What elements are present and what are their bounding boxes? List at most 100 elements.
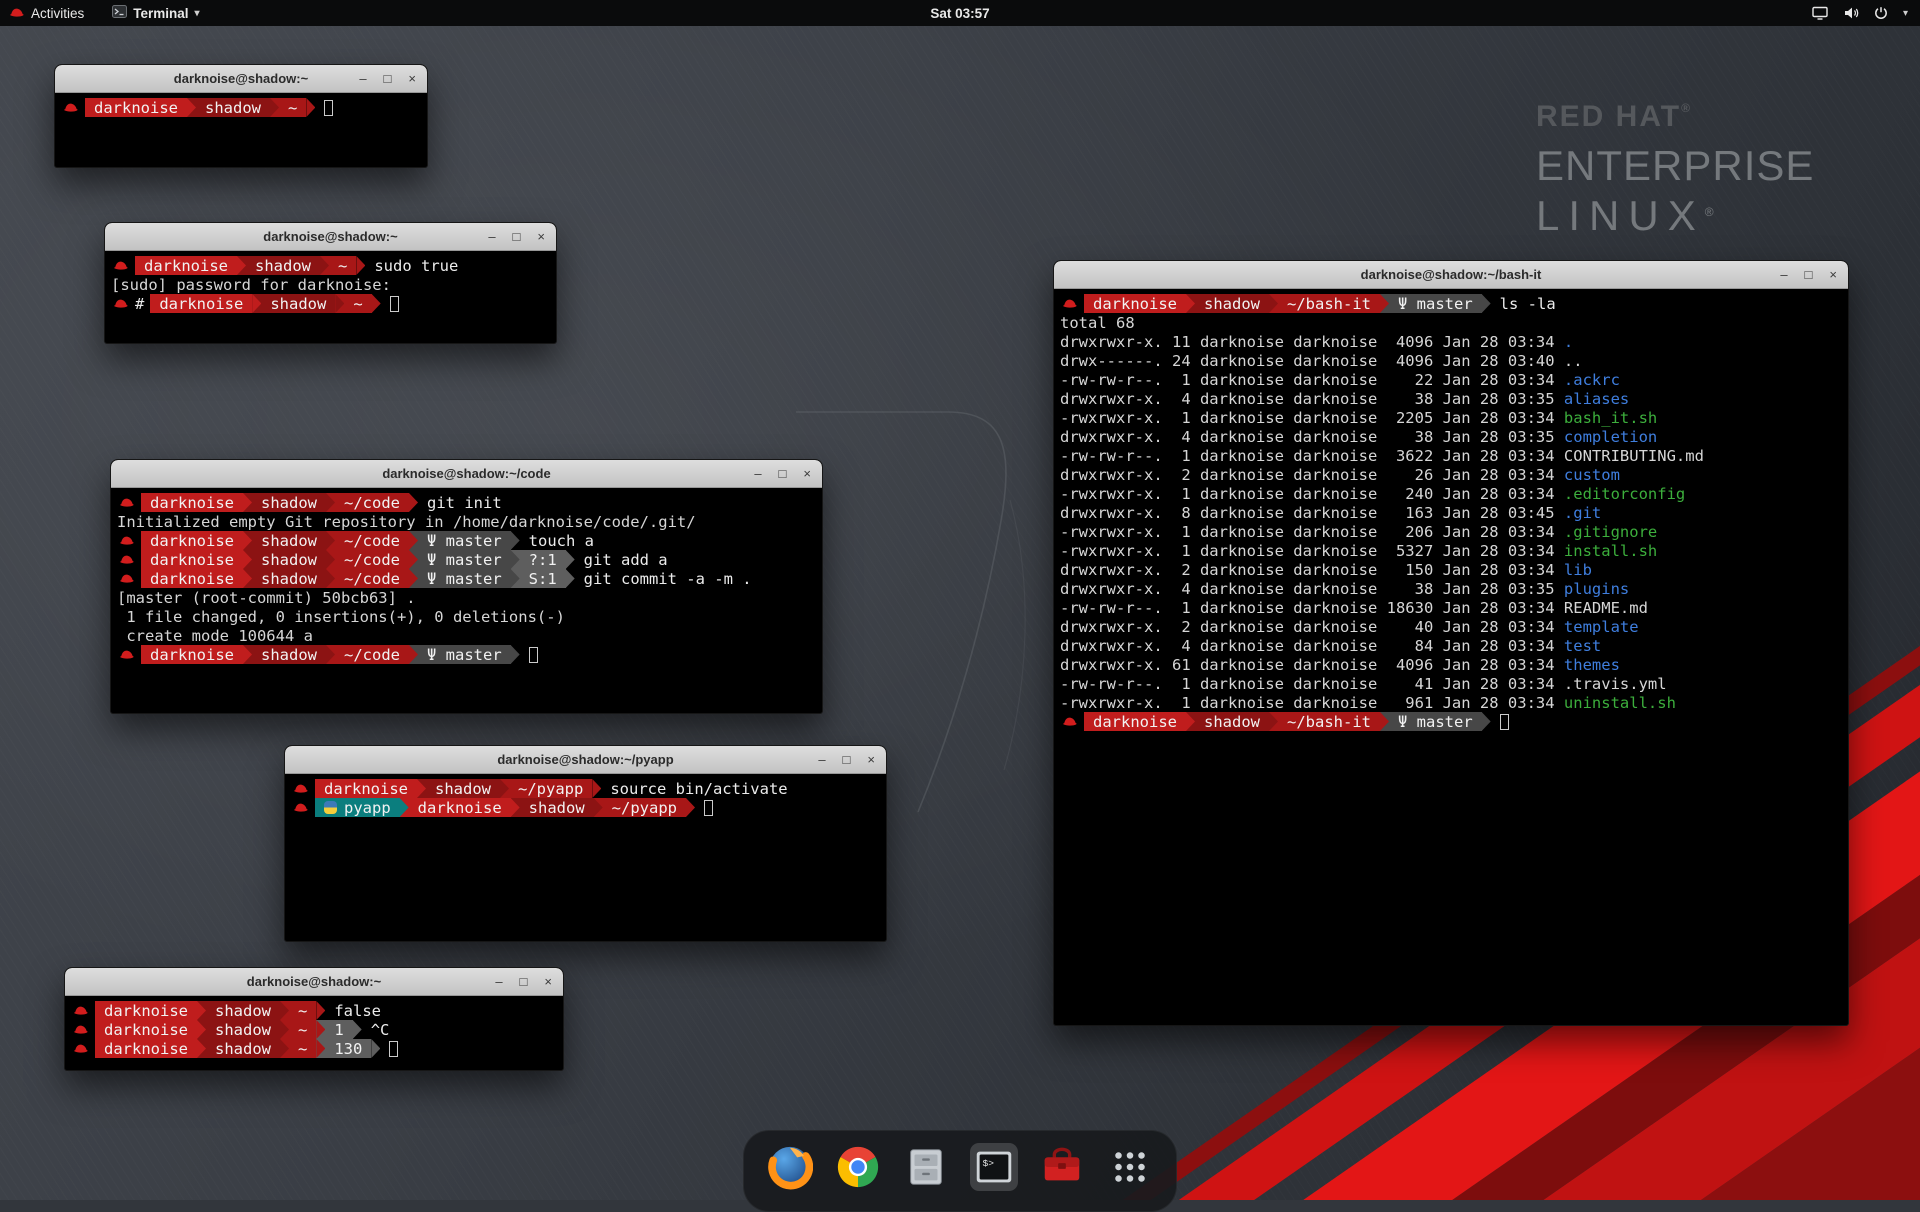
powerline-separator-icon xyxy=(409,550,418,569)
display-indicator-icon[interactable] xyxy=(1812,6,1828,20)
maximize-button[interactable]: □ xyxy=(843,753,851,766)
terminal-line: Initialized empty Git repository in /hom… xyxy=(117,512,816,531)
close-button[interactable]: × xyxy=(867,753,875,766)
prompt-segment-host: shadow xyxy=(520,798,594,817)
prompt-segment-host: shadow xyxy=(246,256,320,275)
window-titlebar[interactable]: darknoise@shadow:~/pyapp–□× xyxy=(285,746,886,774)
terminal-window[interactable]: darknoise@shadow:~/bash-it– □ × darknoisesh… xyxy=(1053,260,1849,1026)
prompt-segment-path: ~/bash-it xyxy=(1278,712,1380,731)
window-title: darknoise@shadow:~/bash-it xyxy=(1054,267,1848,282)
terminal-window[interactable]: darknoise@shadow:~–□×darknoiseshadow~ xyxy=(54,64,428,168)
window-titlebar[interactable]: darknoise@shadow:~–□× xyxy=(55,65,427,93)
window-titlebar[interactable]: darknoise@shadow:~/code–□× xyxy=(111,460,822,488)
cursor-block xyxy=(389,1041,398,1057)
minimize-button[interactable]: – xyxy=(754,467,761,480)
clock[interactable]: Sat 03:57 xyxy=(930,6,989,21)
terminal-body[interactable]: darknoiseshadow~ xyxy=(55,93,427,122)
logo-red-hat: RED HAT xyxy=(1536,100,1681,133)
svg-text:$>: $> xyxy=(983,1158,995,1169)
terminal-line: darknoiseshadow~/bash-itΨ master xyxy=(1060,712,1842,731)
terminal-body[interactable]: darknoise shadow ~/pyappsource bin/activat… xyxy=(285,774,886,822)
power-icon[interactable] xyxy=(1874,6,1888,20)
powerline-separator-icon xyxy=(1380,712,1389,731)
minimize-button[interactable]: – xyxy=(359,72,366,85)
close-button[interactable]: × xyxy=(408,72,416,85)
redhat-icon xyxy=(1062,298,1079,310)
powerline-separator-icon xyxy=(511,645,520,664)
powerline-separator-icon xyxy=(326,531,335,550)
window-titlebar[interactable]: darknoise@shadow:~–□× xyxy=(65,968,563,996)
terminal-window[interactable]: darknoise@shadow:~/pyapp–□×darknoiseshad… xyxy=(284,745,887,942)
window-titlebar[interactable]: darknoise@shadow:~–□× xyxy=(105,223,556,251)
maximize-button[interactable]: □ xyxy=(384,72,392,85)
app-menu-terminal[interactable]: Terminal ▾ xyxy=(112,5,199,21)
system-menu-chevron-icon[interactable]: ▾ xyxy=(1903,8,1908,19)
firefox-icon[interactable] xyxy=(766,1143,814,1191)
top-bar: Activities Terminal ▾ Sat 03:57 ▾ xyxy=(0,0,1920,26)
maximize-button[interactable]: □ xyxy=(520,975,528,988)
volume-icon[interactable] xyxy=(1843,6,1859,20)
powerline-separator-icon xyxy=(1186,712,1195,731)
terminal-line: -rwxrwxr-x. 1 darknoise darknoise 2205 J… xyxy=(1060,408,1842,427)
terminal-line: [master (root-commit) 50bcb63] . xyxy=(117,588,816,607)
redhat-icon xyxy=(293,802,310,814)
terminal-line: -rwxrwxr-x. 1 darknoise darknoise 961 Ja… xyxy=(1060,693,1842,712)
maximize-button[interactable]: □ xyxy=(513,230,521,243)
close-button[interactable]: × xyxy=(803,467,811,480)
terminal-body[interactable]: darknoiseshadow~/bash-itΨ masterls -lato… xyxy=(1054,289,1848,736)
chrome-icon[interactable] xyxy=(834,1143,882,1191)
prompt-segment-path: ~ xyxy=(289,1020,316,1039)
minimize-button[interactable]: – xyxy=(1780,268,1787,281)
terminal-line: drwxrwxr-x. 4 darknoise darknoise 84 Jan… xyxy=(1060,636,1842,655)
close-button[interactable]: × xyxy=(537,230,545,243)
ls-filename: README.md xyxy=(1564,599,1648,617)
powerline-separator-icon xyxy=(316,1020,325,1039)
minimize-button[interactable]: – xyxy=(495,975,502,988)
prompt-segment-user: darknoise xyxy=(409,798,511,817)
powerline-separator-icon xyxy=(511,531,520,550)
prompt-segment-status: ?:1 xyxy=(520,550,566,569)
maximize-button[interactable]: □ xyxy=(1805,268,1813,281)
powerline-separator-icon xyxy=(252,294,261,313)
prompt-segment-user: darknoise xyxy=(141,645,243,664)
ls-filename: themes xyxy=(1564,656,1620,674)
prompt-segment-path: ~/bash-it xyxy=(1278,294,1380,313)
terminal-line: drwxrwxr-x. 8 darknoise darknoise 163 Ja… xyxy=(1060,503,1842,522)
appgrid-icon[interactable] xyxy=(1106,1143,1154,1191)
window-titlebar[interactable]: darknoise@shadow:~/bash-it– □ × xyxy=(1054,261,1848,289)
powerline-separator-icon xyxy=(372,294,381,313)
powerline-separator-icon xyxy=(1186,294,1195,313)
cursor-block xyxy=(390,296,399,312)
close-button[interactable]: × xyxy=(544,975,552,988)
python-icon xyxy=(324,801,337,814)
files-icon[interactable] xyxy=(902,1143,950,1191)
command-text: source bin/activate xyxy=(610,780,787,798)
toolbox-icon[interactable] xyxy=(1038,1143,1086,1191)
powerline-separator-icon xyxy=(280,1001,289,1020)
window-controls: – □ × xyxy=(818,753,886,766)
powerline-separator-icon xyxy=(197,1020,206,1039)
terminal-window[interactable]: darknoise@shadow:~/code–□×darknoiseshado… xyxy=(110,459,823,714)
terminal-body[interactable]: darknoiseshadow~sudo true[sudo] password… xyxy=(105,251,556,318)
activities-button[interactable]: Activities xyxy=(0,6,84,21)
minimize-button[interactable]: – xyxy=(488,230,495,243)
activities-label: Activities xyxy=(31,6,84,21)
terminal-window[interactable]: darknoise@shadow:~–□×darknoiseshadow~fal… xyxy=(64,967,564,1071)
ls-filename: CONTRIBUTING.md xyxy=(1564,447,1704,465)
prompt-segment-path: ~/pyapp xyxy=(603,798,686,817)
terminal-body[interactable]: darknoiseshadow~/codegit initInitialized… xyxy=(111,488,822,669)
terminal-body[interactable]: darknoiseshadow~falsedarknoiseshadow~1^C… xyxy=(65,996,563,1063)
terminal-icon[interactable]: $> xyxy=(970,1143,1018,1191)
prompt-segment-host: shadow xyxy=(206,1039,280,1058)
terminal-window[interactable]: darknoise@shadow:~–□×darknoiseshadow~sud… xyxy=(104,222,557,344)
prompt-segment-user: darknoise xyxy=(150,294,252,313)
terminal-line: darknoiseshadow~1^C xyxy=(71,1020,557,1039)
redhat-icon xyxy=(119,535,136,547)
prompt-segment-user: darknoise xyxy=(141,569,243,588)
prompt-segment-host: shadow xyxy=(206,1020,280,1039)
minimize-button[interactable]: – xyxy=(818,753,825,766)
maximize-button[interactable]: □ xyxy=(779,467,787,480)
powerline-separator-icon xyxy=(566,569,575,588)
powerline-separator-icon xyxy=(1482,712,1491,731)
close-button[interactable]: × xyxy=(1829,268,1837,281)
